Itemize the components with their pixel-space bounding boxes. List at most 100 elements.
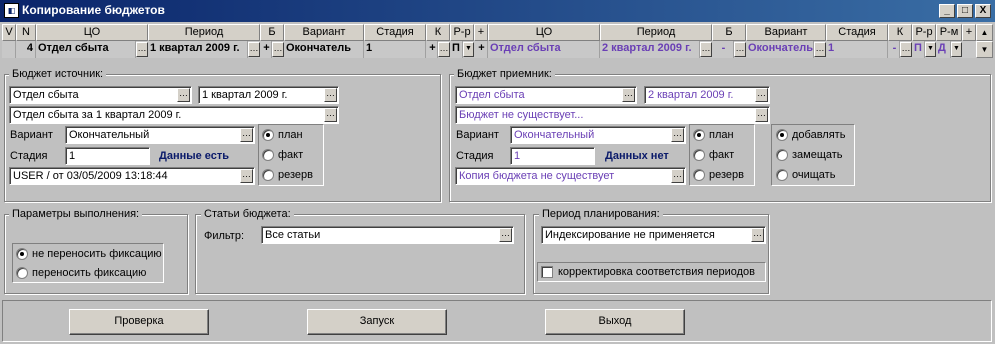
row-src-stage[interactable]: 1 bbox=[364, 41, 426, 58]
target-type-plan-radio[interactable] bbox=[693, 129, 705, 141]
col-header-dst-variant[interactable]: Вариант bbox=[746, 24, 826, 41]
target-budget-picker-button[interactable]: … bbox=[755, 108, 768, 122]
row-src-period[interactable]: 1 квартал 2009 г. bbox=[148, 41, 248, 58]
target-period-field[interactable]: 2 квартал 2009 г. bbox=[644, 86, 770, 104]
check-button[interactable]: Проверка bbox=[69, 309, 209, 335]
row-dst-variant-picker-button[interactable]: … bbox=[814, 42, 826, 57]
articles-filter-picker-button[interactable]: … bbox=[499, 228, 512, 242]
planning-adjust-checkbox[interactable] bbox=[541, 266, 553, 278]
row-dst-variant[interactable]: Окончатель bbox=[746, 41, 814, 58]
scroll-up-icon[interactable]: ▲ bbox=[976, 24, 993, 41]
col-header-src-stage[interactable]: Стадия bbox=[364, 24, 426, 41]
scroll-down-icon[interactable]: ▼ bbox=[976, 41, 993, 58]
row-src-rr[interactable]: П bbox=[450, 41, 463, 58]
target-co-picker-button[interactable]: … bbox=[622, 88, 635, 102]
target-period-picker-button[interactable]: … bbox=[755, 88, 768, 102]
source-type-fact-radio[interactable] bbox=[262, 149, 274, 161]
source-period-picker-button[interactable]: … bbox=[324, 88, 337, 102]
source-period-field[interactable]: 1 квартал 2009 г. bbox=[198, 86, 339, 104]
params-transfer-label[interactable]: переносить фиксацию bbox=[32, 267, 146, 279]
col-header-dst-rm[interactable]: Р-м bbox=[936, 24, 962, 41]
minimize-button[interactable]: _ bbox=[939, 4, 955, 18]
col-header-dst-k[interactable]: К bbox=[888, 24, 912, 41]
col-header-src-b[interactable]: Б bbox=[260, 24, 284, 41]
exit-button[interactable]: Выход bbox=[545, 309, 685, 335]
row-dst-period-picker-button[interactable]: … bbox=[700, 42, 712, 57]
row-src-b-picker-button[interactable]: … bbox=[272, 42, 284, 57]
row-v[interactable] bbox=[2, 41, 16, 58]
target-co-field[interactable]: Отдел сбыта bbox=[455, 86, 637, 104]
row-src-co-picker-button[interactable]: … bbox=[136, 42, 148, 57]
params-no-transfer-radio[interactable] bbox=[16, 248, 28, 260]
articles-filter-field[interactable]: Все статьи bbox=[261, 226, 514, 244]
col-header-plus-2[interactable]: + bbox=[962, 24, 976, 41]
row-dst-k[interactable]: - bbox=[888, 41, 900, 58]
target-budget-field[interactable]: Бюджет не существует... bbox=[455, 106, 770, 124]
maximize-button[interactable]: □ bbox=[957, 4, 973, 18]
row-n[interactable]: 4 bbox=[16, 41, 36, 58]
target-variant-picker-button[interactable]: … bbox=[671, 128, 684, 142]
col-header-src-rr[interactable]: Р-р bbox=[450, 24, 474, 41]
source-variant-picker-button[interactable]: … bbox=[240, 128, 253, 142]
source-budget-picker-button[interactable]: … bbox=[324, 108, 337, 122]
source-user-field[interactable]: USER / от 03/05/2009 13:18:44 bbox=[9, 167, 255, 185]
source-co-picker-button[interactable]: … bbox=[177, 88, 190, 102]
app-icon[interactable]: ◧ bbox=[4, 3, 19, 18]
source-co-field[interactable]: Отдел сбыта bbox=[9, 86, 192, 104]
planning-picker-button[interactable]: … bbox=[751, 228, 764, 242]
row-src-co[interactable]: Отдел сбыта bbox=[36, 41, 136, 58]
source-type-fact-label[interactable]: факт bbox=[278, 149, 303, 161]
col-header-src-period[interactable]: Период bbox=[148, 24, 260, 41]
target-type-fact-label[interactable]: факт bbox=[709, 149, 734, 161]
row-plus[interactable]: + bbox=[474, 41, 488, 58]
planning-adjust-label[interactable]: корректировка соответствия периодов bbox=[558, 266, 755, 278]
col-header-plus[interactable]: + bbox=[474, 24, 488, 41]
target-type-reserve-label[interactable]: резерв bbox=[709, 169, 744, 181]
row-dst-k-picker-button[interactable]: … bbox=[900, 42, 912, 57]
source-user-picker-button[interactable]: … bbox=[240, 169, 253, 183]
target-copy-picker-button[interactable]: … bbox=[671, 169, 684, 183]
run-button[interactable]: Запуск bbox=[307, 309, 447, 335]
target-type-fact-radio[interactable] bbox=[693, 149, 705, 161]
row-dst-period[interactable]: 2 квартал 2009 г. bbox=[600, 41, 700, 58]
source-type-reserve-label[interactable]: резерв bbox=[278, 169, 313, 181]
target-type-plan-label[interactable]: план bbox=[709, 129, 734, 141]
row-dst-b[interactable]: - bbox=[712, 41, 734, 58]
table-row[interactable]: 4 Отдел сбыта … 1 квартал 2009 г. … + … … bbox=[2, 41, 976, 58]
col-header-src-variant[interactable]: Вариант bbox=[284, 24, 364, 41]
col-header-n[interactable]: N bbox=[16, 24, 36, 41]
source-type-plan-label[interactable]: план bbox=[278, 129, 303, 141]
source-budget-field[interactable]: Отдел сбыта за 1 квартал 2009 г. bbox=[9, 106, 339, 124]
col-header-src-k[interactable]: К bbox=[426, 24, 450, 41]
source-variant-field[interactable]: Окончательный bbox=[65, 126, 255, 144]
target-mode-replace-radio[interactable] bbox=[776, 149, 788, 161]
row-src-k-picker-button[interactable]: … bbox=[438, 42, 450, 57]
row-dst-stage[interactable]: 1 bbox=[826, 41, 888, 58]
close-button[interactable]: X bbox=[975, 4, 991, 18]
row-src-variant[interactable]: Окончатель bbox=[284, 41, 364, 58]
source-type-reserve-radio[interactable] bbox=[262, 169, 274, 181]
target-mode-clear-radio[interactable] bbox=[776, 169, 788, 181]
col-header-dst-period[interactable]: Период bbox=[600, 24, 712, 41]
target-mode-add-label[interactable]: добавлять bbox=[792, 129, 845, 141]
col-header-src-co[interactable]: ЦО bbox=[36, 24, 148, 41]
row-dst-rr[interactable]: П bbox=[912, 41, 925, 58]
title-bar[interactable]: ◧ Копирование бюджетов _ □ X bbox=[0, 0, 995, 22]
col-header-dst-b[interactable]: Б bbox=[712, 24, 746, 41]
col-header-dst-stage[interactable]: Стадия bbox=[826, 24, 888, 41]
params-transfer-radio[interactable] bbox=[16, 267, 28, 279]
target-copy-field[interactable]: Копия бюджета не существует bbox=[455, 167, 686, 185]
col-header-dst-rr[interactable]: Р-р bbox=[912, 24, 936, 41]
row-src-period-picker-button[interactable]: … bbox=[248, 42, 260, 57]
planning-field[interactable]: Индексирование не применяется bbox=[541, 226, 766, 244]
row-src-b[interactable]: + bbox=[260, 41, 272, 58]
params-no-transfer-label[interactable]: не переносить фиксацию bbox=[32, 248, 162, 260]
col-header-dst-co[interactable]: ЦО bbox=[488, 24, 600, 41]
row-dst-b-picker-button[interactable]: … bbox=[734, 42, 746, 57]
target-mode-replace-label[interactable]: замещать bbox=[792, 149, 843, 161]
source-type-plan-radio[interactable] bbox=[262, 129, 274, 141]
target-type-reserve-radio[interactable] bbox=[693, 169, 705, 181]
row-dst-rr-dropdown-icon[interactable]: ▼ bbox=[925, 42, 936, 57]
row-dst-rm-dropdown-icon[interactable]: ▼ bbox=[951, 42, 962, 57]
target-variant-field[interactable]: Окончательный bbox=[510, 126, 686, 144]
